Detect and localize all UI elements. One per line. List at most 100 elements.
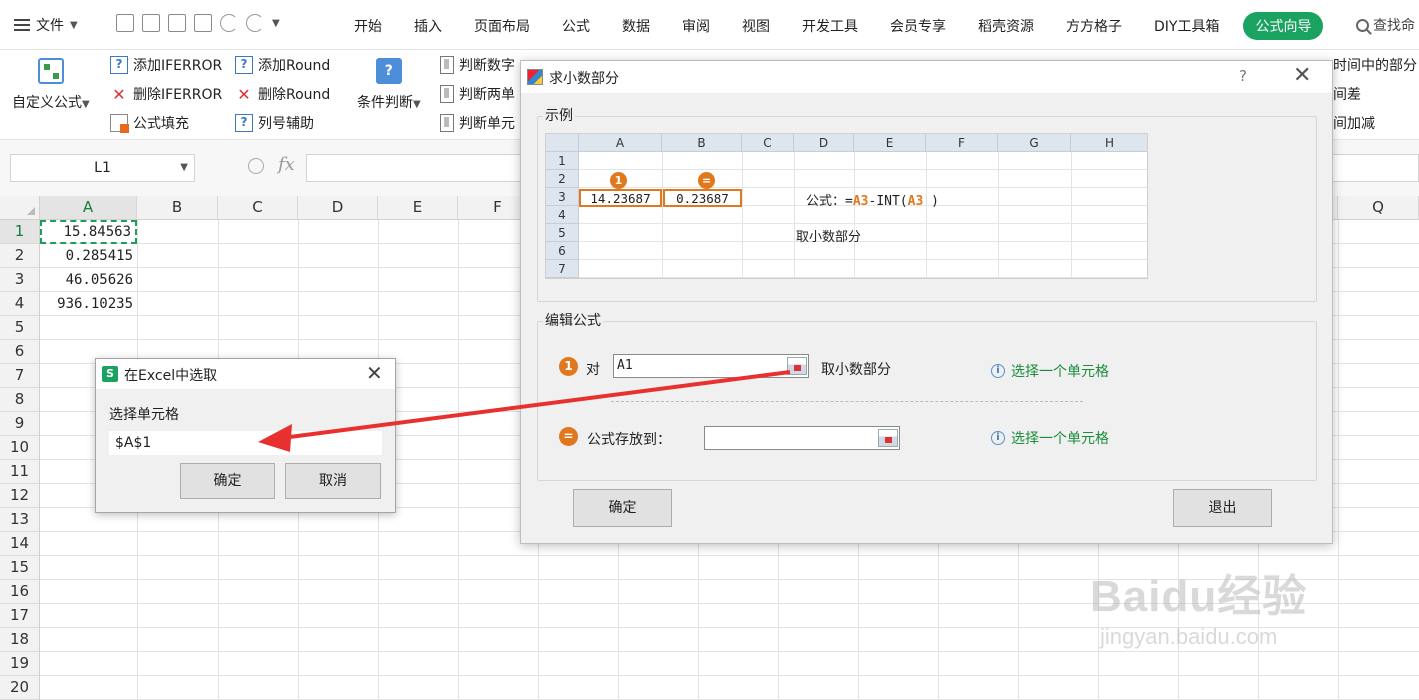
row-header-11[interactable]: 11: [0, 460, 40, 484]
ok-button[interactable]: 确定: [573, 489, 672, 527]
search-command[interactable]: 查找命: [1356, 15, 1415, 35]
column-header-b[interactable]: B: [137, 196, 218, 220]
row-header-15[interactable]: 15: [0, 556, 40, 580]
select-ok-button[interactable]: 确定: [180, 463, 275, 499]
mini-row-header-1: 1: [546, 152, 579, 170]
undo-icon[interactable]: [220, 14, 238, 32]
row-header-14[interactable]: 14: [0, 532, 40, 556]
delete-round-button[interactable]: ✕ 删除Round: [235, 84, 330, 104]
tab-developer[interactable]: 开发工具: [786, 12, 874, 40]
file-menu-button[interactable]: 文件 ▼: [14, 14, 78, 36]
mini-column-header-h: H: [1071, 134, 1147, 152]
row-header-9[interactable]: 9: [0, 412, 40, 436]
step-1-suffix: 取小数部分: [821, 362, 891, 378]
selected-cell-input[interactable]: $A$1: [109, 431, 382, 455]
source-cell-input[interactable]: A1: [613, 354, 809, 378]
tab-diy-toolbox[interactable]: DIY工具箱: [1138, 12, 1235, 40]
redo-icon[interactable]: [246, 14, 264, 32]
column-header-q[interactable]: Q: [1338, 196, 1419, 220]
zoom-icon[interactable]: [248, 158, 264, 174]
add-iferror-button[interactable]: ? 添加IFERROR: [110, 55, 222, 75]
name-box-value: L1: [94, 160, 111, 176]
range-picker-icon[interactable]: [787, 357, 807, 375]
example-mini-sheet: A B C D E F G H 1 2 3 4 5 6 7 1 = 14.23687 0.23687 公式：=A3-…: [545, 133, 1148, 279]
tab-view[interactable]: 视图: [726, 12, 786, 40]
add-round-button[interactable]: ? 添加Round: [235, 55, 330, 75]
select-cancel-button[interactable]: 取消: [285, 463, 381, 499]
fx-icon[interactable]: fx: [278, 154, 295, 175]
row-header-17[interactable]: 17: [0, 604, 40, 628]
tab-data[interactable]: 数据: [606, 12, 666, 40]
row-header-10[interactable]: 10: [0, 436, 40, 460]
range-picker-icon[interactable]: [878, 429, 898, 447]
qat-more-icon[interactable]: ▼: [272, 18, 280, 29]
tab-docer[interactable]: 稻壳资源: [962, 12, 1050, 40]
tab-fangfang[interactable]: 方方格子: [1050, 12, 1138, 40]
print-preview-icon[interactable]: [194, 14, 212, 32]
print-icon[interactable]: [168, 14, 186, 32]
export-icon[interactable]: [142, 14, 160, 32]
mini-column-header-b: B: [662, 134, 742, 152]
exit-button[interactable]: 退出: [1173, 489, 1272, 527]
custom-formula-button[interactable]: 自定义公式▼: [12, 58, 90, 112]
help-icon[interactable]: ?: [1239, 67, 1247, 85]
tab-insert[interactable]: 插入: [398, 12, 458, 40]
row-header-4[interactable]: 4: [0, 292, 40, 316]
fill-icon: [110, 114, 129, 133]
judge-number-button[interactable]: 判断数字: [440, 55, 515, 75]
row-header-12[interactable]: 12: [0, 484, 40, 508]
judge-two-cells-button[interactable]: 判断两单: [440, 84, 515, 104]
mini-column-header-e: E: [854, 134, 926, 152]
tab-page-layout[interactable]: 页面布局: [458, 12, 546, 40]
tab-formula-wizard[interactable]: 公式向导: [1243, 12, 1324, 40]
row-header-3[interactable]: 3: [0, 268, 40, 292]
column-header-d[interactable]: D: [298, 196, 378, 220]
cell-a4[interactable]: 936.10235: [40, 292, 137, 316]
row-header-7[interactable]: 7: [0, 364, 40, 388]
row-header-8[interactable]: 8: [0, 388, 40, 412]
tab-review[interactable]: 审阅: [666, 12, 726, 40]
tab-formulas[interactable]: 公式: [546, 12, 606, 40]
select-all-corner[interactable]: [0, 196, 40, 220]
delete-icon: ✕: [237, 84, 251, 104]
time-add-button[interactable]: 间加减: [1333, 113, 1375, 133]
name-box[interactable]: L1 ▼: [10, 154, 195, 182]
question-icon: ?: [235, 114, 253, 132]
row-header-18[interactable]: 18: [0, 628, 40, 652]
grid-column-line: [458, 220, 459, 700]
step-1-marker: 1: [610, 172, 627, 189]
row-header-5[interactable]: 5: [0, 316, 40, 340]
cell-a3[interactable]: 46.05626: [40, 268, 137, 292]
row-header-19[interactable]: 19: [0, 652, 40, 676]
select-cell-dialog: S 在Excel中选取 ✕ 选择单元格 $A$1 确定 取消: [95, 358, 396, 513]
output-cell-input[interactable]: [704, 426, 900, 450]
cell-a1[interactable]: 15.84563: [40, 220, 137, 244]
time-add-label: 间加减: [1333, 116, 1375, 132]
column-header-a[interactable]: A: [40, 196, 137, 220]
tab-home[interactable]: 开始: [338, 12, 398, 40]
judge-cell-button[interactable]: 判断单元: [440, 113, 515, 133]
row-header-13[interactable]: 13: [0, 508, 40, 532]
time-part-button[interactable]: 时间中的部分: [1333, 55, 1417, 75]
condition-judge-button[interactable]: ? 条件判断▼: [357, 58, 421, 112]
app-icon: [527, 69, 543, 85]
row-header-16[interactable]: 16: [0, 580, 40, 604]
close-icon[interactable]: ✕: [366, 361, 383, 385]
row-header-2[interactable]: 2: [0, 244, 40, 268]
search-icon: [1356, 18, 1369, 32]
cell-a2[interactable]: 0.285415: [40, 244, 137, 268]
save-icon[interactable]: [116, 14, 134, 32]
formula-fill-button[interactable]: 公式填充: [110, 113, 189, 133]
delete-iferror-button[interactable]: ✕ 删除IFERROR: [110, 84, 222, 104]
column-header-c[interactable]: C: [218, 196, 298, 220]
tab-member[interactable]: 会员专享: [874, 12, 962, 40]
column-helper-button[interactable]: ? 列号辅助: [235, 113, 314, 133]
row-header-20[interactable]: 20: [0, 676, 40, 700]
info-icon: i: [991, 364, 1005, 378]
time-diff-button[interactable]: 间差: [1333, 84, 1361, 104]
close-icon[interactable]: ✕: [1293, 63, 1311, 88]
mini-row-header-7: 7: [546, 260, 579, 278]
row-header-1[interactable]: 1: [0, 220, 40, 244]
column-header-e[interactable]: E: [378, 196, 458, 220]
row-header-6[interactable]: 6: [0, 340, 40, 364]
